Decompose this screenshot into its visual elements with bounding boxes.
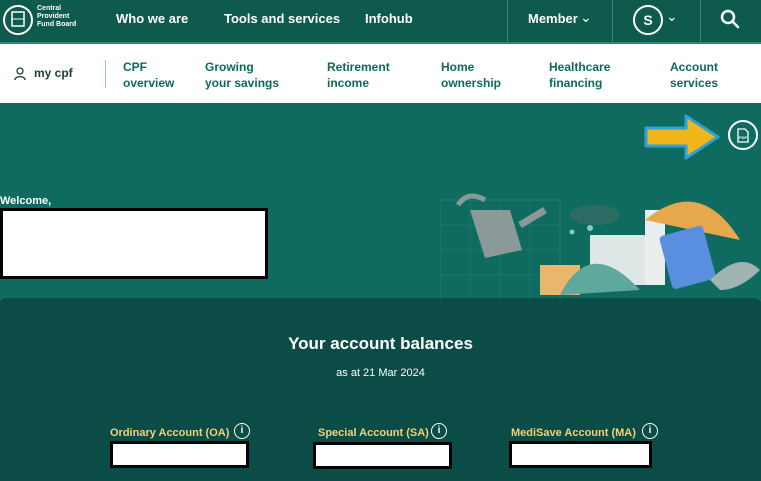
subnav-label: Home <box>441 60 475 74</box>
chevron-down-icon[interactable]: ⌄ <box>666 8 678 25</box>
nav-tools-and-services[interactable]: Tools and services <box>224 11 340 26</box>
avatar[interactable]: S <box>633 5 663 35</box>
redacted-oa-balance <box>110 441 249 468</box>
divider <box>105 60 106 88</box>
subnav-label: ownership <box>441 76 502 90</box>
subnav-cpf-overview[interactable]: CPF overview <box>123 59 174 91</box>
subnav-account-services[interactable]: Account services <box>670 59 718 91</box>
account-label-oa: Ordinary Account (OA) <box>110 427 230 439</box>
nav-who-we-are[interactable]: Who we are <box>116 11 188 26</box>
svg-text:PDF: PDF <box>739 135 748 140</box>
logo-line-2: Provident <box>37 13 70 20</box>
divider <box>612 0 613 44</box>
savings-illustration <box>440 193 760 301</box>
info-icon[interactable]: i <box>431 423 447 439</box>
my-cpf-link[interactable]: my cpf <box>34 66 73 80</box>
person-icon <box>14 67 26 81</box>
divider <box>700 0 701 44</box>
sub-navigation-bar: my cpf CPF overview Growing your savings… <box>0 44 761 103</box>
subnav-label: Retirement <box>327 60 390 74</box>
top-navigation-bar: Central Provident Fund Board Who we are … <box>0 0 761 44</box>
yellow-arrow-annotation <box>644 114 720 160</box>
subnav-label: Healthcare <box>549 60 611 74</box>
welcome-text: Welcome, <box>0 195 52 207</box>
info-icon[interactable]: i <box>234 423 250 439</box>
subnav-retirement-income[interactable]: Retirement income <box>327 59 390 91</box>
subnav-label: Account <box>670 60 718 74</box>
subnav-label: your savings <box>205 76 280 90</box>
subnav-label: income <box>327 76 370 90</box>
chevron-down-icon[interactable]: ⌄ <box>580 9 592 26</box>
pdf-download-button[interactable]: PDF <box>728 120 758 150</box>
pdf-download-icon: PDF <box>737 128 749 143</box>
logo-text: Central Provident Fund Board <box>37 5 76 29</box>
divider <box>507 0 508 44</box>
search-icon[interactable] <box>720 9 740 29</box>
redacted-name <box>0 208 268 279</box>
member-menu-button[interactable]: Member <box>528 11 578 26</box>
account-label-ma: MediSave Account (MA) <box>511 427 636 439</box>
subnav-label: Growing <box>205 60 254 74</box>
balances-title: Your account balances <box>288 334 473 353</box>
redacted-sa-balance <box>313 442 452 469</box>
cpf-logo-icon[interactable] <box>2 2 34 38</box>
subnav-healthcare-financing[interactable]: Healthcare financing <box>549 59 610 91</box>
subnav-home-ownership[interactable]: Home ownership <box>441 59 501 91</box>
subnav-growing-your-savings[interactable]: Growing your savings <box>205 59 279 91</box>
balances-date: as at 21 Mar 2024 <box>336 367 425 379</box>
redacted-ma-balance <box>509 441 652 468</box>
info-icon[interactable]: i <box>642 423 658 439</box>
subnav-label: services <box>670 76 719 90</box>
nav-infohub[interactable]: Infohub <box>365 11 413 26</box>
subnav-label: overview <box>123 76 175 90</box>
subnav-label: financing <box>549 76 603 90</box>
subnav-label: CPF <box>123 60 147 74</box>
logo-line-3: Fund Board <box>37 21 77 28</box>
logo-line-1: Central <box>37 5 62 12</box>
account-label-sa: Special Account (SA) <box>318 427 429 439</box>
